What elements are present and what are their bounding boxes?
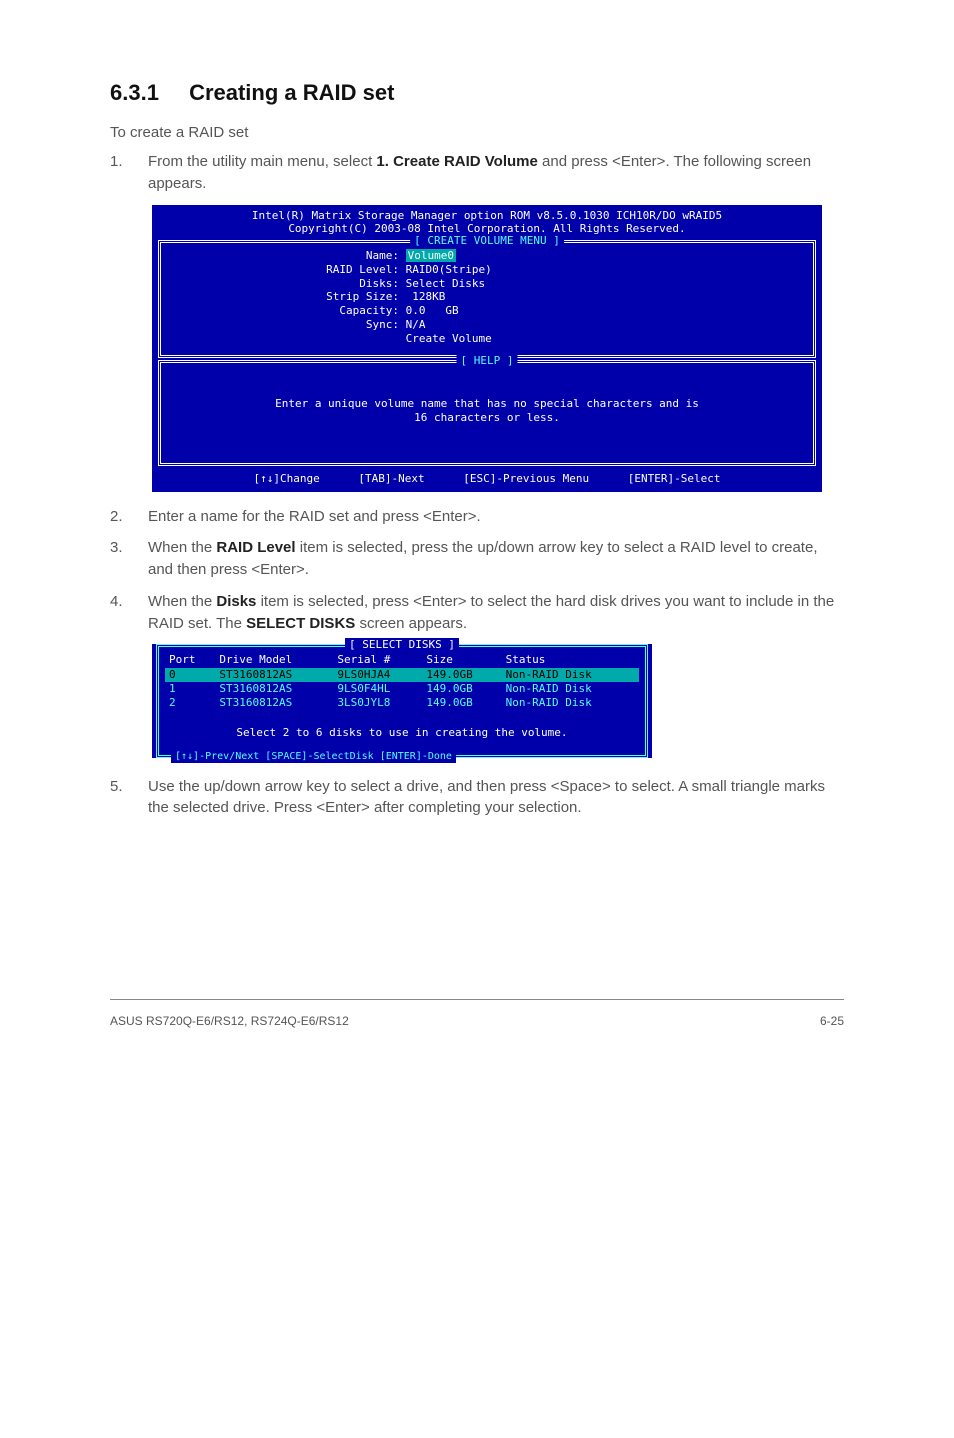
field-label-raidlevel: RAID Level: [299, 263, 399, 277]
step-2: 2. Enter a name for the RAID set and pre… [110, 506, 844, 528]
field-value-sync: N/A [406, 318, 426, 331]
col-serial: Serial # [333, 653, 422, 667]
section-heading: 6.3.1 Creating a RAID set [110, 80, 844, 106]
steps-list: 1. From the utility main menu, select 1.… [110, 151, 844, 195]
col-model: Drive Model [215, 653, 333, 667]
step-text: Enter a name for the RAID set and press … [148, 506, 844, 528]
field-value-capacity[interactable]: 0.0 GB [406, 304, 459, 317]
box-title: [ CREATE VOLUME MENU ] [410, 234, 564, 248]
page-footer: ASUS RS720Q-E6/RS12, RS724Q-E6/RS12 6-25 [110, 1006, 844, 1028]
col-port: Port [165, 653, 215, 667]
field-label-stripsize: Strip Size: [299, 290, 399, 304]
field-label-capacity: Capacity: [299, 304, 399, 318]
field-value-disks[interactable]: Select Disks [406, 277, 485, 290]
box-title-select-disks: [ SELECT DISKS ] [345, 638, 459, 652]
field-value-raidlevel[interactable]: RAID0(Stripe) [406, 263, 492, 276]
intro-text: To create a RAID set [110, 124, 844, 141]
disks-table: Port Drive Model Serial # Size Status 0 … [165, 653, 639, 710]
field-label-sync: Sync: [299, 318, 399, 332]
steps-list-cont2: 5. Use the up/down arrow key to select a… [110, 776, 844, 820]
footer-left: ASUS RS720Q-E6/RS12, RS724Q-E6/RS12 [110, 1014, 349, 1028]
box-title-help: [ HELP ] [457, 354, 518, 368]
select-disks-box: [ SELECT DISKS ] Port Drive Model Serial… [156, 644, 648, 757]
step-4: 4. When the Disks item is selected, pres… [110, 591, 844, 635]
field-value-name[interactable]: Volume0 [406, 249, 456, 262]
table-row[interactable]: 2 ST3160812AS 3LS0JYL8 149.0GB Non-RAID … [165, 696, 639, 710]
field-label-name: Name: [299, 249, 399, 263]
create-volume-action[interactable]: Create Volume [406, 332, 492, 345]
step-text: Use the up/down arrow key to select a dr… [148, 776, 844, 820]
help-line-1: Enter a unique volume name that has no s… [169, 397, 805, 411]
step-1: 1. From the utility main menu, select 1.… [110, 151, 844, 195]
key-hint-next: [TAB]-Next [358, 472, 424, 485]
table-row[interactable]: 0 ST3160812AS 9LS0HJA4 149.0GB Non-RAID … [165, 668, 639, 682]
footer-right: 6-25 [820, 1014, 844, 1028]
step-3: 3. When the RAID Level item is selected,… [110, 537, 844, 581]
step-5: 5. Use the up/down arrow key to select a… [110, 776, 844, 820]
table-row[interactable]: 1 ST3160812AS 9LS0F4HL 149.0GB Non-RAID … [165, 682, 639, 696]
bios-select-disks-screen: [ SELECT DISKS ] Port Drive Model Serial… [152, 644, 652, 757]
step-number: 3. [110, 537, 148, 581]
key-hint-change: [↑↓]Change [254, 472, 320, 485]
select-disks-instruction: Select 2 to 6 disks to use in creating t… [165, 710, 639, 750]
steps-list-cont: 2. Enter a name for the RAID set and pre… [110, 506, 844, 635]
field-value-stripsize[interactable]: 128KB [406, 290, 446, 303]
col-size: Size [422, 653, 501, 667]
create-volume-box: [ CREATE VOLUME MENU ] Name: Volume0 RAI… [158, 240, 816, 358]
section-number: 6.3.1 [110, 80, 159, 106]
step-number: 1. [110, 151, 148, 195]
section-title: Creating a RAID set [189, 80, 394, 105]
step-number: 5. [110, 776, 148, 820]
step-number: 4. [110, 591, 148, 635]
bios-header: Intel(R) Matrix Storage Manager option R… [152, 205, 822, 239]
help-box: [ HELP ] Enter a unique volume name that… [158, 360, 816, 466]
help-line-2: 16 characters or less. [169, 411, 805, 425]
step-text: When the Disks item is selected, press <… [148, 591, 844, 635]
footer-divider [110, 999, 844, 1000]
select-disks-key-hints: [↑↓]-Prev/Next [SPACE]-SelectDisk [ENTER… [171, 750, 456, 763]
step-text: From the utility main menu, select 1. Cr… [148, 151, 844, 195]
col-status: Status [502, 653, 639, 667]
field-label-disks: Disks: [299, 277, 399, 291]
key-hint-prev: [ESC]-Previous Menu [463, 472, 589, 485]
table-header-row: Port Drive Model Serial # Size Status [165, 653, 639, 667]
step-number: 2. [110, 506, 148, 528]
bios-key-footer: [↑↓]Change [TAB]-Next [ESC]-Previous Men… [152, 468, 822, 492]
bios-create-volume-screen: Intel(R) Matrix Storage Manager option R… [152, 205, 822, 492]
key-hint-select: [ENTER]-Select [628, 472, 721, 485]
step-text: When the RAID Level item is selected, pr… [148, 537, 844, 581]
